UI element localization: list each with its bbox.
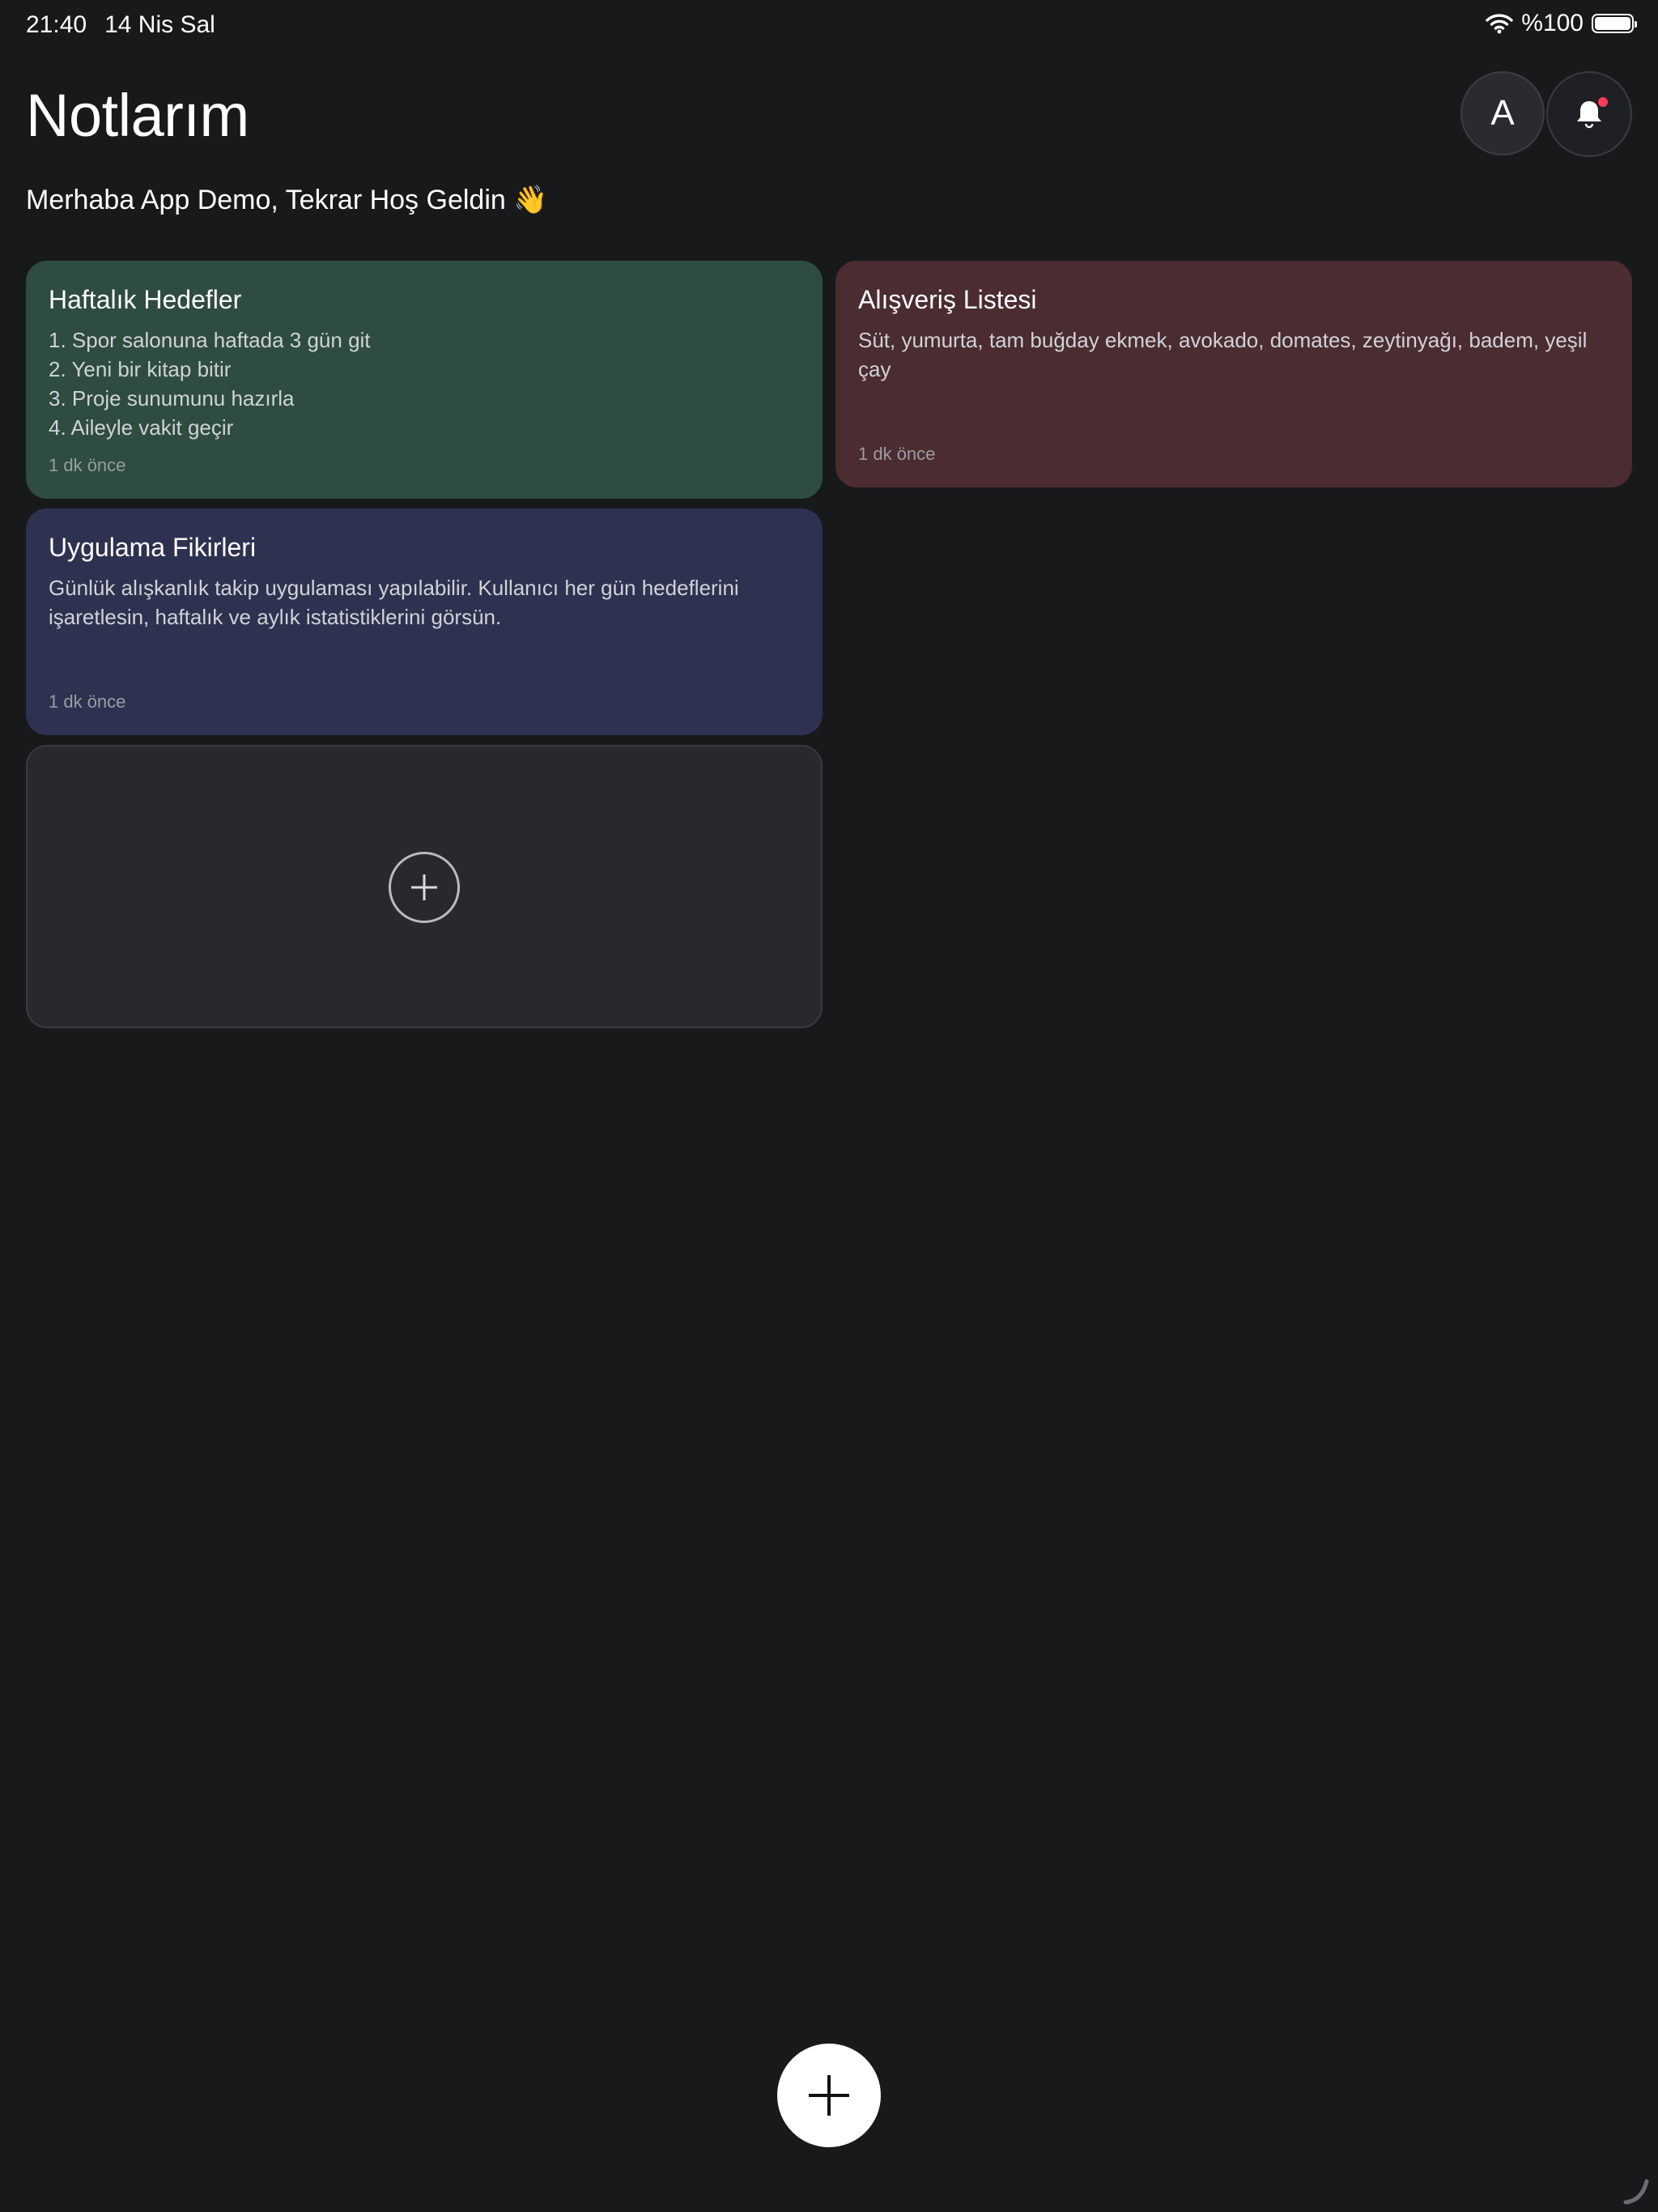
add-note-fab[interactable] [777,2044,881,2147]
note-body: Süt, yumurta, tam buğday ekmek, avokado,… [858,328,1588,381]
page-title: Notlarım [26,82,249,149]
note-title: Alışveriş Listesi [858,285,1037,314]
battery-fill [1595,17,1630,30]
plus-icon [411,874,437,900]
avatar-letter: A [1490,93,1515,133]
greeting-text: Merhaba App Demo, Tekrar Hoş Geldin 👋 [26,185,548,215]
plus-icon [809,2075,849,2116]
note-card[interactable]: Uygulama Fikirleri Günlük alışkanlık tak… [26,508,823,735]
notification-badge [1598,97,1608,107]
status-date: 14 Nis Sal [104,11,215,38]
note-timestamp: 1 dk önce [49,691,126,712]
note-body: Günlük alışkanlık takip uygulaması yapıl… [49,576,739,629]
note-timestamp: 1 dk önce [858,444,936,464]
status-left: 21:40 14 Nis Sal [26,11,215,39]
status-right: %100 [1486,10,1637,37]
status-bar: 21:40 14 Nis Sal %100 [0,0,1658,52]
note-body: 1. Spor salonuna haftada 3 gün git 2. Ye… [49,328,371,440]
note-title: Uygulama Fikirleri [49,533,257,562]
add-note-circle[interactable] [389,852,460,923]
wifi-icon [1486,14,1513,34]
notification-button[interactable] [1546,71,1632,157]
note-timestamp: 1 dk önce [49,455,126,475]
corner-gesture-icon [1623,2179,1649,2205]
battery-percent: %100 [1521,10,1584,36]
note-card[interactable]: Alışveriş Listesi Süt, yumurta, tam buğd… [835,261,1632,487]
battery-icon [1592,14,1637,33]
avatar-button[interactable]: A [1460,71,1545,155]
status-time: 21:40 [26,11,87,38]
add-note-card[interactable] [26,745,823,1028]
note-card[interactable]: Haftalık Hedefler 1. Spor salonuna hafta… [26,261,823,499]
note-title: Haftalık Hedefler [49,285,242,314]
